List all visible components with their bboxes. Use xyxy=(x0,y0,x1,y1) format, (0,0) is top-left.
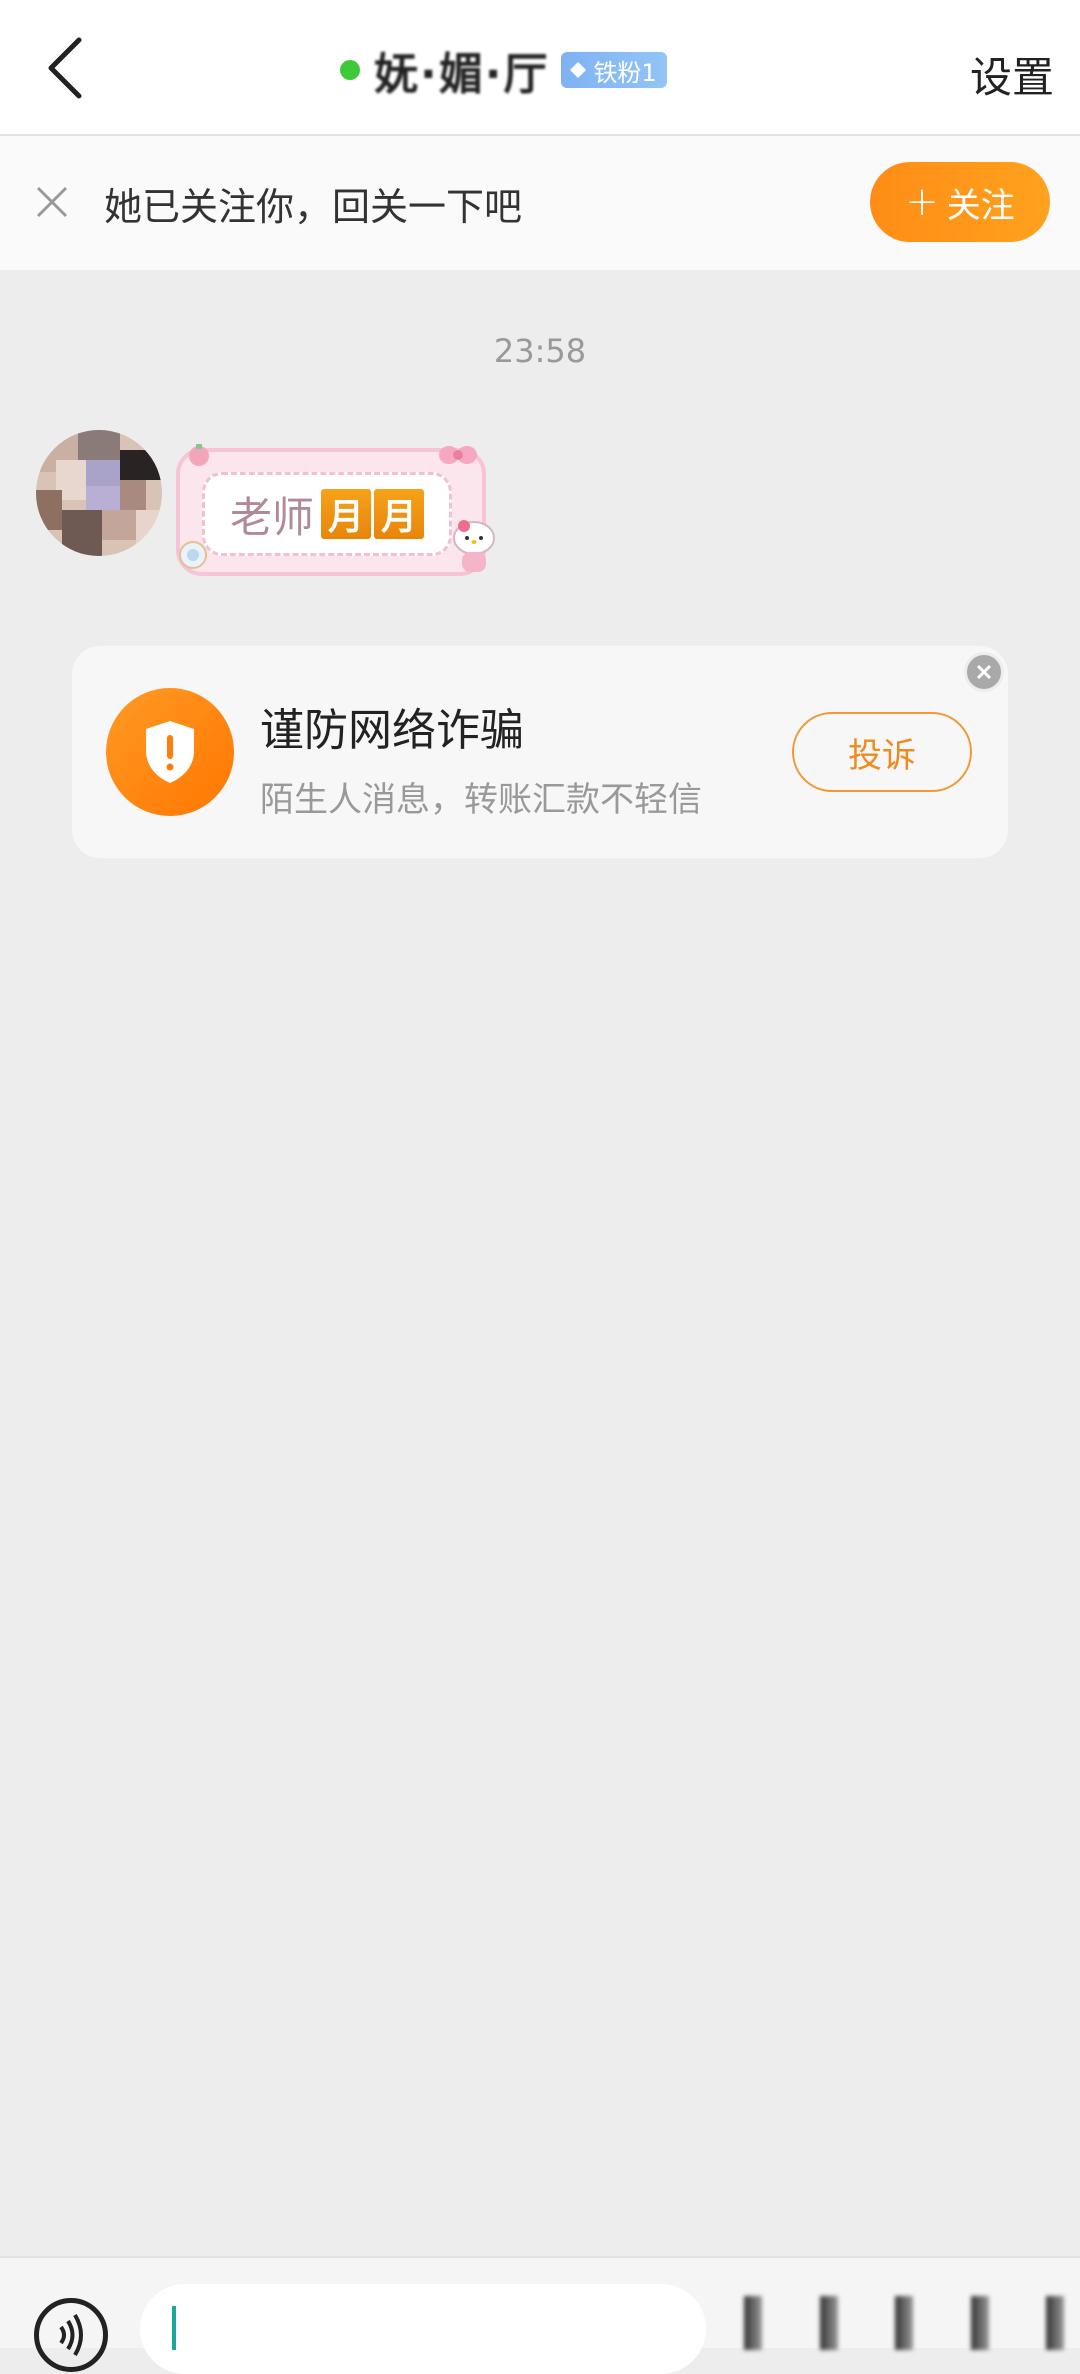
warning-close-button[interactable] xyxy=(964,652,1004,692)
message-input[interactable] xyxy=(140,2284,706,2374)
message-input-bar xyxy=(0,2256,1080,2374)
chat-title-group[interactable]: 妩·媚·厅 铁粉1 xyxy=(340,40,667,100)
strawberry-icon xyxy=(189,444,209,466)
emoji-icon[interactable] xyxy=(744,2296,762,2350)
text-caret xyxy=(172,2306,176,2350)
sticker-message[interactable]: 老师 月 月 xyxy=(168,440,498,580)
follow-back-banner: 她已关注你，回关一下吧 + 关注 xyxy=(0,136,1080,270)
sticker-text: 老师 xyxy=(229,492,314,542)
settings-button[interactable]: 设置 xyxy=(970,44,1054,105)
chat-title: 妩·媚·厅 xyxy=(374,49,550,100)
image-icon[interactable] xyxy=(895,2296,913,2350)
follow-button[interactable]: + 关注 xyxy=(870,162,1050,242)
follow-back-text: 她已关注你，回关一下吧 xyxy=(104,185,523,229)
message-timestamp: 23:58 xyxy=(493,332,587,370)
chevron-left-icon xyxy=(48,37,82,99)
plus-icon: + xyxy=(905,179,939,225)
back-button[interactable] xyxy=(30,30,100,106)
sticker-label-panel: 老师 月 月 xyxy=(202,472,452,556)
diamond-icon xyxy=(570,62,587,78)
sticker-char-box: 月 xyxy=(374,489,424,539)
close-icon[interactable] xyxy=(34,184,70,220)
sender-avatar[interactable] xyxy=(36,430,162,556)
voice-icon xyxy=(59,2313,83,2357)
gift-icon[interactable] xyxy=(819,2296,838,2350)
top-nav-bar: 妩·媚·厅 铁粉1 设置 xyxy=(0,0,1080,136)
avatar-image xyxy=(36,430,162,556)
fan-badge-label: 铁粉1 xyxy=(593,58,657,87)
more-icon[interactable] xyxy=(970,2296,989,2350)
fraud-warning-card: 谨防网络诈骗 陌生人消息，转账汇款不轻信 投诉 xyxy=(72,646,1008,858)
close-icon xyxy=(976,664,992,680)
fan-level-badge: 铁粉1 xyxy=(561,52,667,88)
kitty-icon xyxy=(453,520,495,572)
follow-button-label: 关注 xyxy=(946,185,1015,226)
voice-input-button[interactable] xyxy=(34,2298,108,2372)
report-button[interactable]: 投诉 xyxy=(792,712,972,792)
bow-icon xyxy=(439,446,477,464)
sticker-char-box: 月 xyxy=(321,489,371,539)
warning-subtitle: 陌生人消息，转账汇款不轻信 xyxy=(260,780,702,820)
online-status-dot xyxy=(340,60,360,80)
plus-icon[interactable] xyxy=(1046,2296,1064,2350)
input-toolbar-icons[interactable] xyxy=(744,2296,1064,2350)
shield-warning-icon xyxy=(106,688,234,816)
shield-icon xyxy=(146,721,194,783)
warning-title: 谨防网络诈骗 xyxy=(260,705,524,756)
